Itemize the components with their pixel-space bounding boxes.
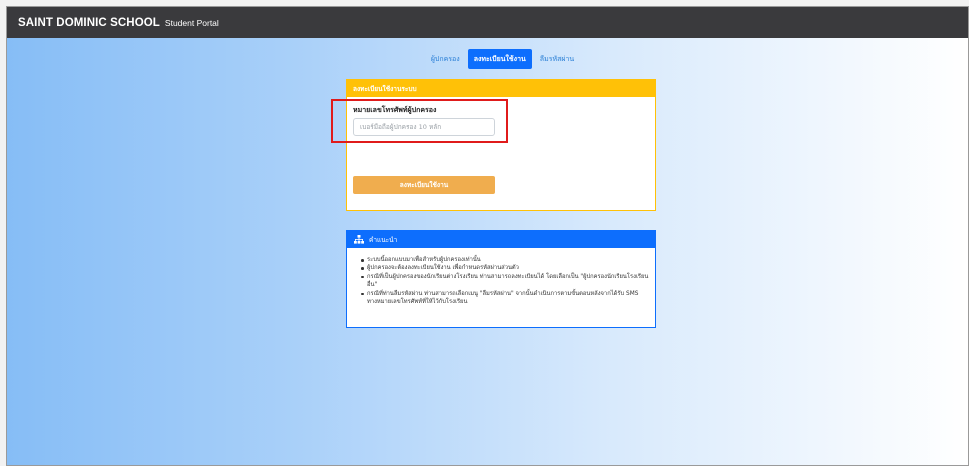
info-card-header: คำแนะนำ: [347, 231, 655, 248]
info-list: ระบบนี้ออกแบบมาเพื่อสำหรับผู้ปกครองเท่าน…: [347, 248, 655, 306]
main-content: ผู้ปกครอง ลงทะเบียนใช้งาน ลืมรหัสผ่าน ลง…: [7, 38, 968, 465]
register-button[interactable]: ลงทะเบียนใช้งาน: [353, 176, 495, 194]
register-card-title: ลงทะเบียนใช้งานระบบ: [347, 80, 655, 97]
tab-bar: ผู้ปกครอง ลงทะเบียนใช้งาน ลืมรหัสผ่าน: [7, 49, 968, 69]
info-item: กรณีที่เป็นผู้ปกครองของนักเรียนต่างโรงเร…: [361, 273, 649, 290]
register-card: ลงทะเบียนใช้งานระบบ หมายเลขโทรศัพท์ผู้ปก…: [331, 79, 656, 211]
top-navbar: SAINT DOMINIC SCHOOL Student Portal: [7, 7, 968, 38]
tab-register[interactable]: ลงทะเบียนใช้งาน: [467, 49, 532, 69]
brand-name[interactable]: SAINT DOMINIC SCHOOL: [18, 17, 160, 29]
parent-phone-input[interactable]: [353, 118, 495, 136]
info-card-title: คำแนะนำ: [369, 235, 398, 244]
brand-subtitle: Student Portal: [164, 17, 219, 28]
browser-frame: SAINT DOMINIC SCHOOL Student Portal ผู้ป…: [6, 6, 969, 466]
phone-field-label: หมายเลขโทรศัพท์ผู้ปกครอง: [353, 106, 437, 114]
info-item: กรณีที่ท่านลืมรหัสผ่าน ท่านสามารถเลือกเม…: [361, 290, 649, 307]
sitemap-icon: [354, 235, 364, 244]
info-item: ระบบนี้ออกแบบมาเพื่อสำหรับผู้ปกครองเท่าน…: [361, 256, 649, 264]
info-item: ผู้ปกครองจะต้องลงทะเบียนใช้งาน เพื่อกำหน…: [361, 264, 649, 272]
info-card: คำแนะนำ ระบบนี้ออกแบบมาเพื่อสำหรับผู้ปกค…: [346, 230, 656, 328]
tab-parent[interactable]: ผู้ปกครอง: [425, 49, 466, 69]
tab-forgot-password[interactable]: ลืมรหัสผ่าน: [534, 49, 580, 69]
